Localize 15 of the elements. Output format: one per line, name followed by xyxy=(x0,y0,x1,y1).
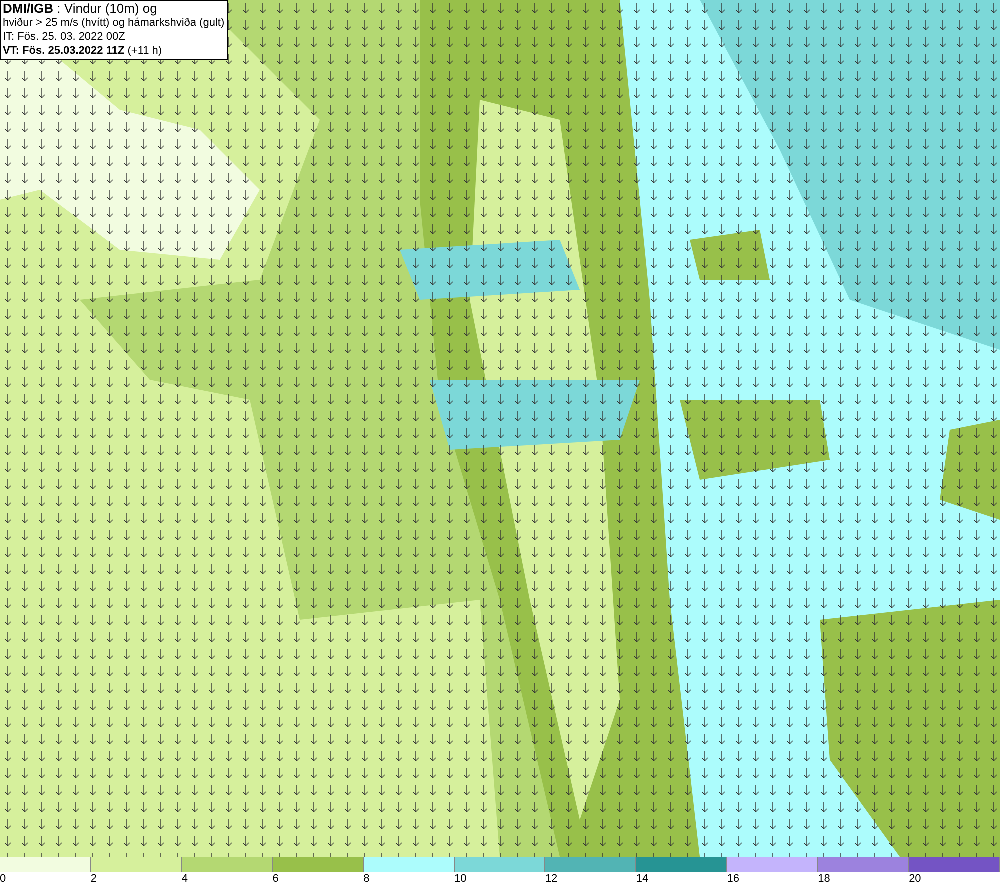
title-line: DMI/IGB : Vindur (10m) og xyxy=(3,2,158,16)
legend-label: 6 xyxy=(272,872,279,887)
legend-label: 16 xyxy=(727,872,740,887)
title-line: IT: Fös. 25. 03. 2022 00Z xyxy=(3,30,126,44)
legend-label: 0 xyxy=(0,872,6,887)
legend-label: 18 xyxy=(818,872,830,887)
legend-label: 4 xyxy=(182,872,188,887)
legend-label: 8 xyxy=(364,872,370,887)
title-line: VT: Fös. 25.03.2022 11Z (+11 h) xyxy=(3,44,164,58)
title-line: hviður > 25 m/s (hvítt) og hámarkshviða (gult) xyxy=(3,16,225,30)
legend-label: 14 xyxy=(636,872,649,887)
legend-label: 10 xyxy=(454,872,467,887)
legend-label: 20 xyxy=(909,872,922,887)
legend-label: 2 xyxy=(90,872,98,887)
legend-label: 12 xyxy=(545,872,558,887)
